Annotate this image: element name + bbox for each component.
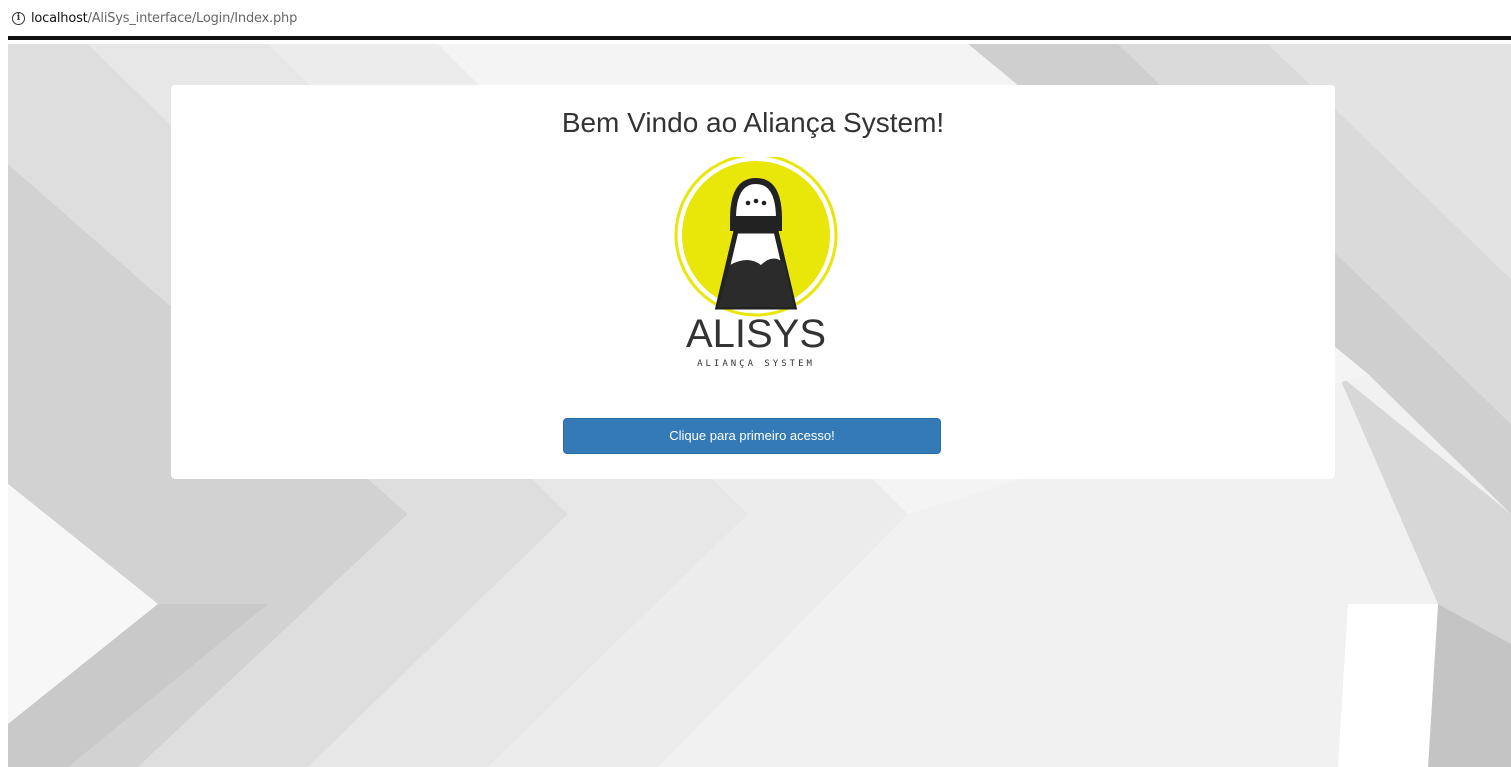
first-access-button[interactable]: Clique para primeiro acesso! <box>563 418 941 454</box>
url-text[interactable]: localhost/AliSys_interface/Login/Index.p… <box>31 11 297 26</box>
welcome-title: Bem Vindo ao Aliança System! <box>561 107 945 138</box>
logo-tagline: ALIANÇA SYSTEM <box>697 359 815 369</box>
address-bar[interactable]: i localhost/AliSys_interface/Login/Index… <box>8 0 1511 40</box>
url-host: localhost <box>31 10 88 26</box>
window-edge <box>0 0 8 767</box>
logo-wordmark: ALISYS <box>686 312 826 356</box>
info-icon[interactable]: i <box>12 11 25 25</box>
alisys-logo: ALISYS ALIANÇA SYSTEM <box>656 153 856 392</box>
welcome-card: Bem Vindo ao Aliança System! ALISYS ALIA… <box>171 85 1335 479</box>
url-path: /AliSys_interface/Login/Index.php <box>87 10 298 26</box>
